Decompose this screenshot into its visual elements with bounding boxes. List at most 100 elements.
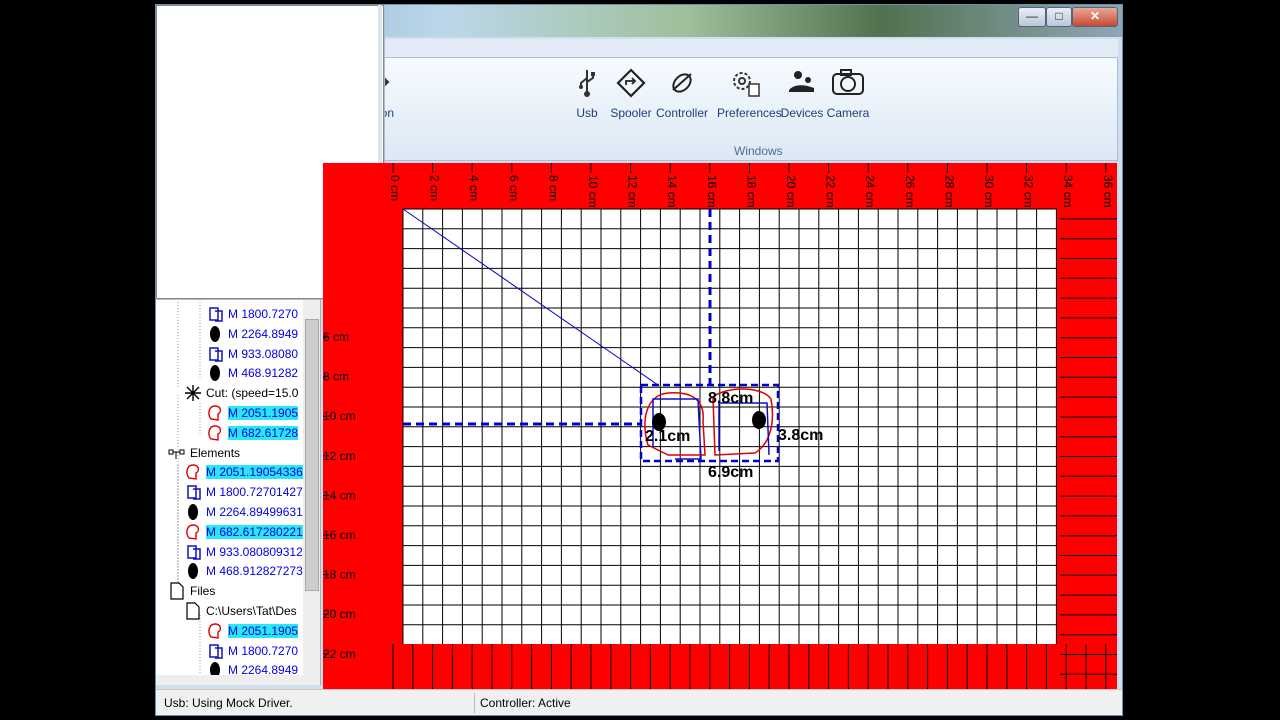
tree-item-label: M 1800.7270 [228, 307, 299, 321]
dimension-top: 8.8cm [708, 390, 753, 407]
ribbon-controller-button[interactable]: Controller [653, 68, 711, 128]
canvas-scene: 0 cm 2 cm 4 cm 6 cm 8 cm 10 cm 12 cm 14 cm 16 cm… [323, 163, 1117, 689]
camera-icon [832, 69, 864, 95]
tree-item-label: C:\Users\Tat\Des [206, 604, 297, 618]
dimension-right: 3.8cm [778, 427, 823, 444]
top-ruler-label: 12 cm [626, 175, 640, 208]
close-button[interactable]: ✕ [1072, 7, 1118, 27]
tree-item-label: M 2264.89499631 [206, 505, 303, 519]
tree-item-label: M 682.61728 [228, 425, 299, 440]
black-shape-icon [210, 325, 220, 342]
black-shape-icon [188, 563, 198, 580]
menu-bar [381, 39, 1118, 58]
tree-item-label: Cut: (speed=15.0 [206, 386, 299, 401]
status-separator [474, 693, 475, 713]
top-ruler-label: 20 cm [784, 175, 798, 208]
controller-status: Controller: Active [480, 696, 571, 710]
maximize-button[interactable]: □ [1046, 7, 1072, 27]
red-shape-icon [208, 425, 222, 441]
left-ruler-label: 16 cm [323, 528, 356, 542]
left-ruler-label: 6 cm [323, 330, 349, 344]
top-ruler-label: 6 cm [507, 175, 521, 201]
ribbon: ation Usb Spooler Controller [368, 57, 1118, 161]
red-shape-icon [186, 464, 200, 481]
red-shape-icon [186, 524, 200, 540]
element-tree[interactable]: M 1800.7270 M 2264.8949 M 933.08080 M 468.9… [156, 299, 321, 685]
minimize-button[interactable]: — [1018, 7, 1046, 27]
red-shape-icon [208, 623, 222, 639]
tree-item-label: M 1800.72701427 [206, 485, 303, 500]
black-shape-icon [210, 365, 220, 382]
devices-icon [789, 71, 814, 92]
main-window: — □ ✕ ation Usb Spooler Co [155, 4, 1123, 716]
top-ruler-label: 4 cm [467, 175, 481, 201]
red-shape-icon [208, 405, 222, 421]
tree-item-label: M 2051.1905 [228, 623, 299, 638]
controller-icon [672, 73, 692, 93]
black-eye-right [752, 411, 766, 429]
left-ruler-label: 18 cm [323, 568, 356, 582]
tree-vertical-scrollbar[interactable] [303, 299, 320, 675]
top-ruler-label: 28 cm [942, 175, 956, 208]
top-ruler-label: 2 cm [428, 175, 442, 201]
work-canvas[interactable]: 0 cm 2 cm 4 cm 6 cm 8 cm 10 cm 12 cm 14 cm 16 cm… [323, 163, 1117, 689]
tree-horizontal-scrollbar[interactable] [156, 675, 320, 685]
black-shape-icon [188, 504, 198, 520]
top-ruler-label: 14 cm [665, 175, 679, 208]
top-ruler-label: 34 cm [1061, 175, 1075, 208]
ribbon-spooler-button[interactable]: Spooler [602, 68, 660, 128]
left-ruler-label: 22 cm [323, 647, 356, 661]
top-ruler-label: 24 cm [863, 175, 877, 208]
ribbon-label: Preferences [717, 106, 782, 120]
usb-status: Usb: Using Mock Driver. [164, 696, 293, 710]
top-ruler-label: 26 cm [903, 175, 917, 208]
top-ruler-label: 8 cm [546, 175, 560, 201]
left-ruler-label: 20 cm [323, 607, 356, 621]
top-ruler-label: 32 cm [1022, 175, 1036, 208]
ribbon-camera-button[interactable]: Camera [819, 68, 877, 128]
top-ruler-label: 10 cm [586, 175, 600, 208]
tree-item-label: M 2051.1905 [228, 406, 299, 420]
blue-shape-icon [209, 643, 223, 659]
tree-item-label: M 1800.7270 [228, 643, 299, 658]
top-ruler-label: 30 cm [982, 175, 996, 208]
tree-item-label: M 2264.8949 [228, 326, 299, 341]
scroll-thumb[interactable] [305, 319, 319, 591]
tree-item-label: M 468.91282 [228, 366, 299, 381]
file-icon-icon [186, 602, 200, 620]
status-bar: Usb: Using Mock Driver. Controller: Acti… [156, 689, 1122, 715]
left-ruler-label: 12 cm [323, 449, 356, 463]
tree-item-label: M 933.08080 [228, 346, 299, 361]
dimension-bottom: 6.9cm [708, 464, 753, 481]
tree-item-label: M 468.912827273 [206, 564, 303, 579]
preferences-icon [733, 72, 760, 97]
blue-shape-icon [209, 307, 223, 322]
elements-icon-icon [168, 449, 185, 459]
left-ruler-label: 14 cm [323, 488, 356, 502]
top-ruler-label: 16 cm [705, 175, 719, 208]
tree-item-label: Elements [190, 445, 241, 460]
file-icon-icon [170, 582, 184, 600]
ribbon-group-label: Windows [734, 144, 783, 158]
tree-item-label: Files [190, 584, 216, 599]
blue-shape-icon [209, 346, 223, 362]
tree-item-label: M 2051.19054336 [206, 465, 303, 480]
ribbon-label: Spooler [610, 106, 652, 120]
tree-item-label: M 682.617280221 [206, 524, 303, 539]
blue-shape-icon [187, 485, 201, 500]
cut-icon-icon [185, 385, 201, 402]
ribbon-label: Controller [655, 106, 709, 120]
ribbon-label: Camera [826, 106, 870, 120]
top-ruler-label: 36 cm [1101, 175, 1115, 208]
blue-shape-icon [187, 544, 201, 560]
spooler-icon [616, 68, 646, 98]
left-ruler-label: 10 cm [323, 409, 356, 423]
dimension-left: 2.1cm [645, 428, 690, 445]
top-ruler-label: 0 cm [388, 175, 402, 201]
ribbon-preferences-button[interactable]: Preferences [717, 68, 782, 128]
usb-icon [579, 70, 595, 97]
left-ruler-label: 8 cm [323, 370, 349, 384]
top-ruler-label: 18 cm [744, 175, 758, 208]
top-ruler-label: 22 cm [824, 175, 838, 208]
tree-item-label: M 933.080809312 [206, 544, 303, 559]
